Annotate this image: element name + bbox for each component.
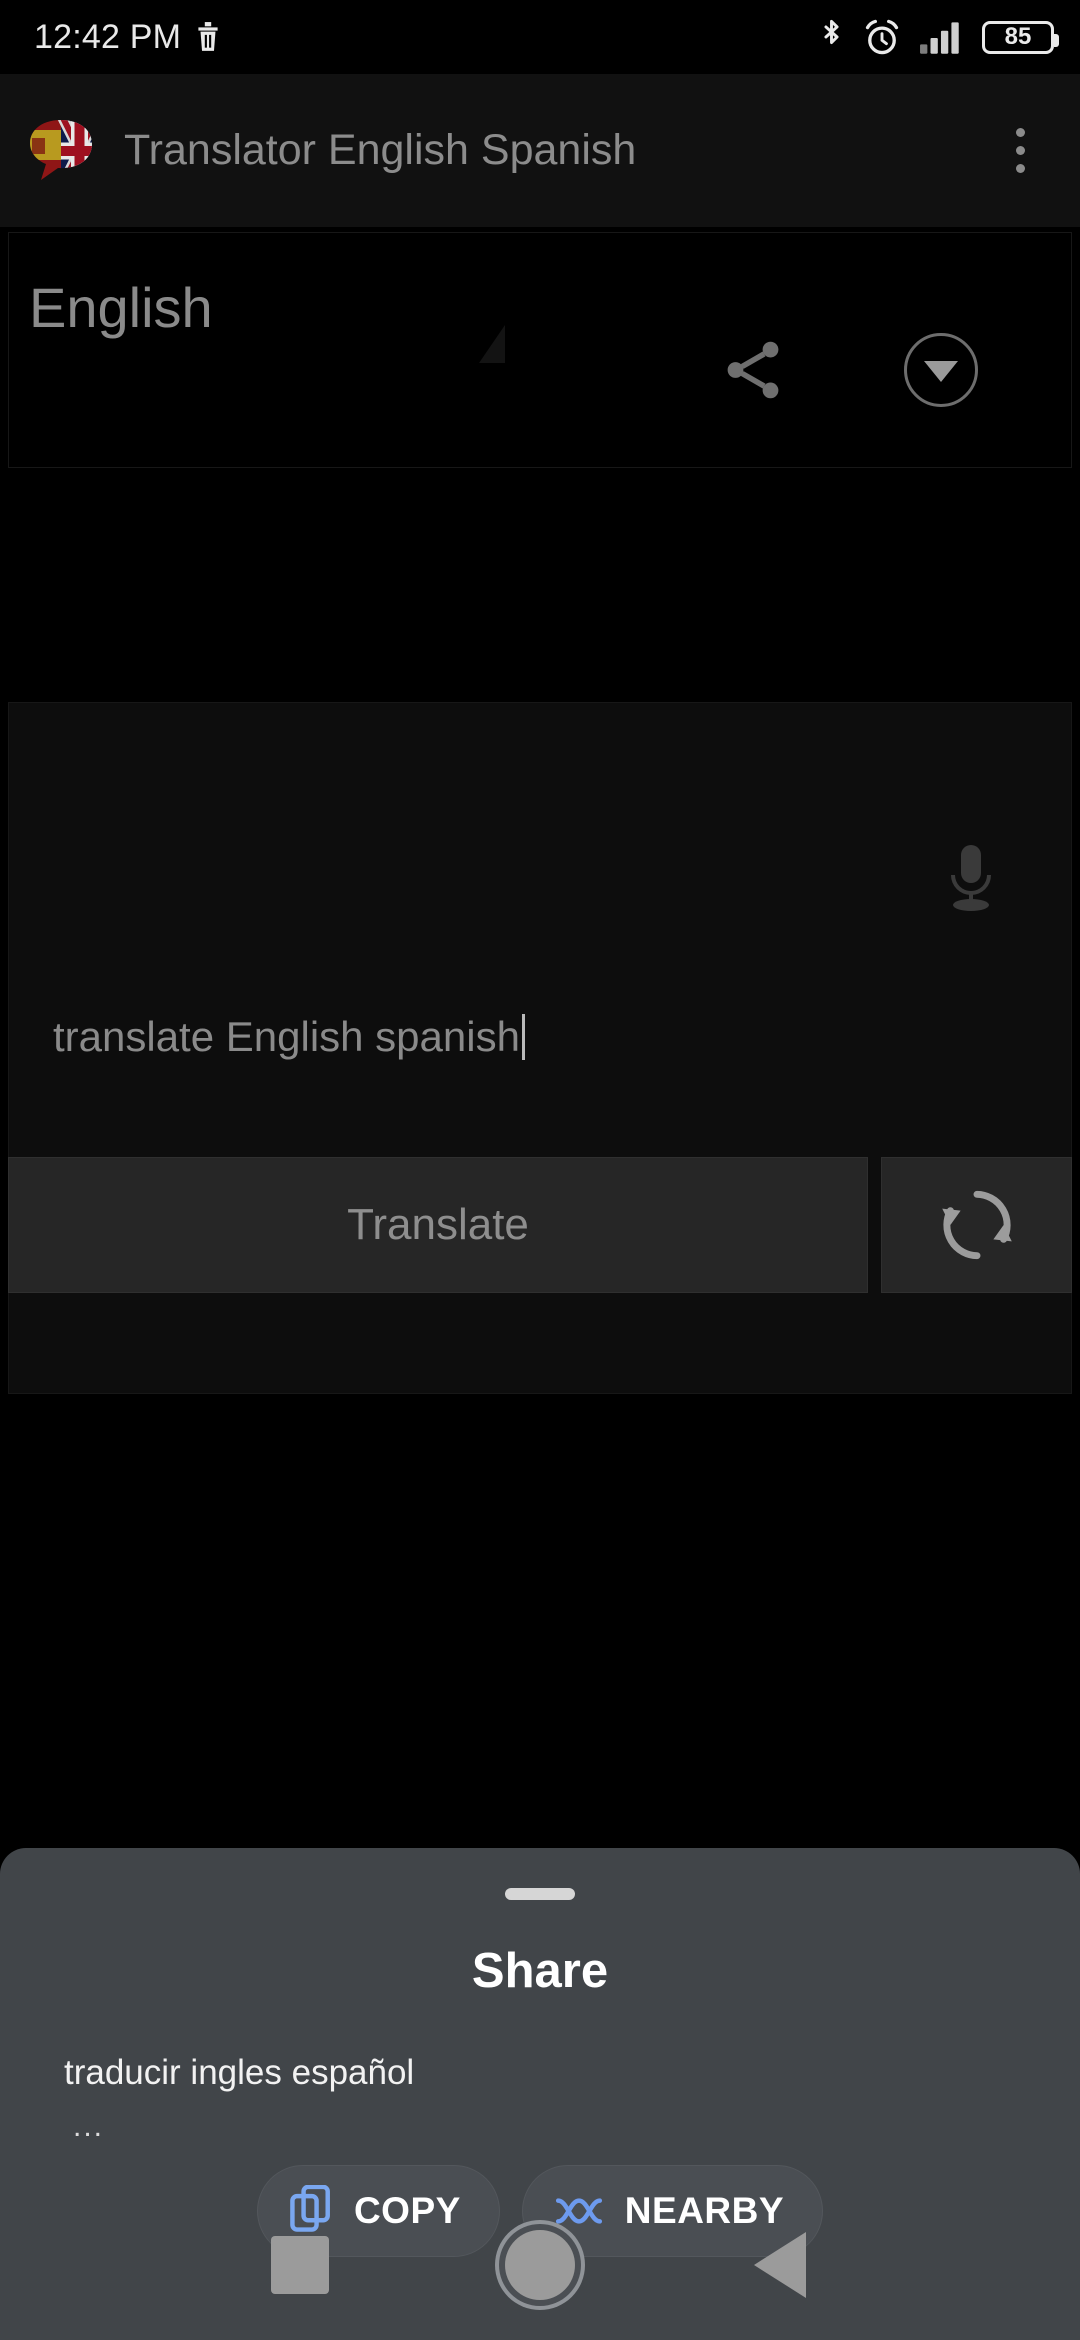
share-content-ellipsis: ...: [73, 2110, 105, 2143]
status-bar-left: 12:42 PM: [34, 18, 221, 57]
sheet-drag-handle[interactable]: [505, 1888, 575, 1900]
share-icon: [727, 341, 779, 399]
bluetooth-icon: [824, 19, 839, 45]
source-language-header: English: [8, 232, 1072, 468]
alarm-icon: [865, 19, 899, 55]
share-sheet-title: Share: [471, 1944, 609, 1998]
status-bar-right: 85: [818, 18, 1059, 56]
text-cursor: [521, 1014, 525, 1060]
copy-icon: [290, 2185, 330, 2232]
share-bottom-sheet: Share traducir ingles español ... COPY N…: [0, 1848, 1080, 2340]
share-content-text: traducir ingles español: [64, 2053, 415, 2092]
swap-languages-icon: [941, 1190, 1012, 1260]
source-language-dropdown[interactable]: [897, 326, 985, 414]
status-bar: 12:42 PM 85: [0, 0, 1080, 74]
share-actions: COPY NEARBY: [0, 2165, 1080, 2257]
swap-languages-button[interactable]: [881, 1157, 1072, 1293]
source-share-button[interactable]: [709, 326, 797, 414]
source-mic-button[interactable]: [945, 841, 997, 926]
copy-button[interactable]: COPY: [256, 2165, 500, 2257]
signal-icon: [920, 22, 959, 54]
more-options-icon[interactable]: [988, 114, 1052, 188]
battery-icon: 85: [982, 20, 1059, 54]
source-corner-marker: [479, 325, 505, 363]
battery-percent: 85: [1004, 23, 1032, 50]
translate-controls: Translate: [8, 1157, 1072, 1293]
chevron-down-circle-icon: [904, 333, 978, 407]
nearby-button[interactable]: NEARBY: [521, 2165, 824, 2257]
trash-icon: [198, 22, 218, 51]
status-bar-clock: 12:42 PM: [34, 17, 182, 56]
page-title: Translator English Spanish: [124, 126, 637, 174]
source-language-label: English: [29, 276, 213, 339]
source-text: translate English spanish: [53, 1013, 525, 1061]
nearby-share-icon: [555, 2198, 602, 2224]
copy-button-label: COPY: [353, 2190, 461, 2231]
nearby-button-label: NEARBY: [624, 2190, 785, 2231]
flags-speech-bubble-icon: [24, 114, 98, 188]
translate-button[interactable]: Translate: [8, 1157, 868, 1293]
app-bar: Translator English Spanish: [0, 74, 1080, 227]
microphone-icon: [951, 845, 991, 911]
phone-screen: 12:42 PM 85 Translator English Spanish E…: [0, 0, 1080, 2340]
